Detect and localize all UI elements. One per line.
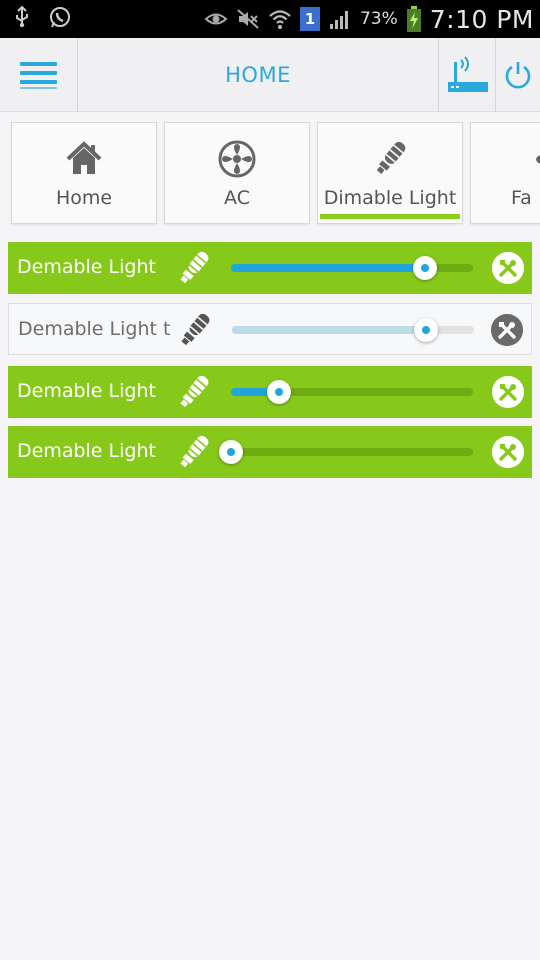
device-row: Demable Light <box>8 242 532 294</box>
mute-icon <box>237 9 259 29</box>
hamburger-icon-line <box>20 71 57 75</box>
ac-fan-icon <box>218 140 256 178</box>
notification-badge: 1 <box>299 7 320 31</box>
tools-icon[interactable] <box>492 376 524 408</box>
device-row: Demable Light <box>8 426 532 478</box>
tab-dimable-light[interactable]: Dimable Light <box>317 122 463 224</box>
device-label: Demable Light t <box>18 318 170 340</box>
slider-thumb[interactable] <box>413 318 438 342</box>
house-icon <box>66 141 102 174</box>
slider-fill <box>231 264 425 272</box>
device-label: Demable Light <box>17 440 156 462</box>
bulb-icon <box>376 141 406 174</box>
tab-label: Fa <box>511 187 532 209</box>
tab-fan[interactable]: Fa <box>470 122 540 224</box>
eye-icon <box>204 13 228 25</box>
tools-icon[interactable] <box>492 436 524 468</box>
wifi-icon <box>269 10 291 29</box>
fan-icon <box>536 155 540 164</box>
menu-button[interactable] <box>0 38 78 112</box>
tab-home[interactable]: Home <box>11 122 157 224</box>
dimmer-slider[interactable] <box>231 380 473 404</box>
category-tabs: Home AC Dimable Light Fa <box>0 112 540 230</box>
dimmer-slider[interactable] <box>232 318 474 342</box>
bulb-icon <box>180 251 209 284</box>
status-bar: 1 73% 7:10 PM <box>0 0 540 38</box>
battery-charging-icon <box>406 6 421 32</box>
tab-label: Dimable Light <box>323 187 457 209</box>
router-icon <box>448 56 488 92</box>
bulb-icon <box>181 313 210 346</box>
hamburger-icon <box>20 62 57 66</box>
dimmer-slider[interactable] <box>219 440 473 464</box>
bulb-icon <box>180 375 209 408</box>
slider-thumb[interactable] <box>412 256 437 280</box>
slider-thumb[interactable] <box>267 380 292 404</box>
app-header: HOME <box>0 38 540 112</box>
bulb-icon <box>180 435 209 468</box>
usb-icon <box>16 5 28 28</box>
page-title: HOME <box>225 63 291 87</box>
signal-icon <box>329 11 348 29</box>
battery-percent: 73% <box>359 9 398 29</box>
slider-fill <box>232 326 426 334</box>
power-button[interactable] <box>496 38 540 112</box>
clock: 7:10 PM <box>429 4 534 34</box>
tab-ac[interactable]: AC <box>164 122 310 224</box>
selected-tab-indicator <box>320 214 460 219</box>
router-button[interactable] <box>438 38 496 112</box>
dimmer-slider[interactable] <box>231 256 473 280</box>
tab-label: AC <box>224 187 250 209</box>
slider-thumb[interactable] <box>219 440 243 464</box>
whatsapp-icon <box>50 7 70 28</box>
device-label: Demable Light <box>17 380 156 402</box>
device-label: Demable Light <box>17 256 156 278</box>
device-row: Demable Light t <box>8 303 532 355</box>
hamburger-icon-line <box>20 80 57 84</box>
device-row: Demable Light <box>8 366 532 418</box>
tools-icon[interactable] <box>491 314 523 346</box>
tools-icon[interactable] <box>492 252 524 284</box>
tab-label: Home <box>55 187 113 209</box>
hamburger-icon-line <box>20 87 57 89</box>
power-icon <box>505 62 531 89</box>
